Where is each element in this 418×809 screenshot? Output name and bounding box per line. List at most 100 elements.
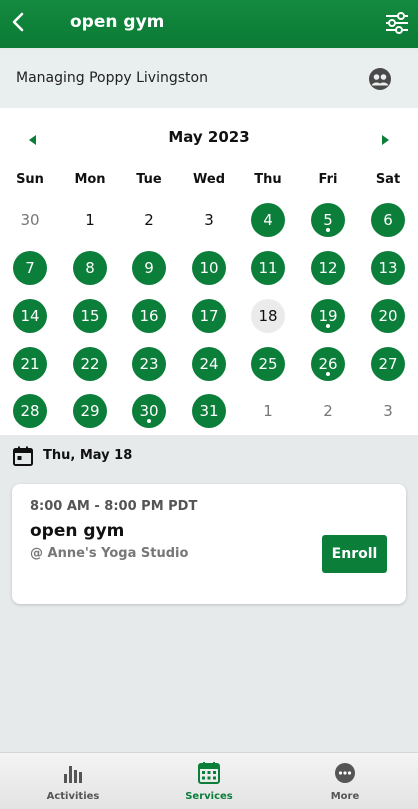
calendar-day[interactable]: 31 (192, 394, 226, 428)
weekday-header: Sat (375, 172, 401, 187)
calendar-day-number: 30 (20, 211, 40, 229)
bottom-nav: Activities Services More (0, 752, 418, 809)
weekday-header: Fri (318, 172, 338, 187)
calendar-day-number: 4 (263, 211, 273, 229)
calendar-day[interactable]: 9 (132, 251, 166, 285)
calendar-day-number: 2 (323, 402, 333, 420)
calendar-day[interactable]: 22 (73, 347, 107, 381)
session-name: open gym (30, 521, 125, 541)
calendar-day-number: 2 (144, 211, 154, 229)
calendar-day-number: 8 (85, 259, 95, 277)
calendar-day[interactable]: 30 (132, 394, 166, 428)
calendar-day[interactable]: 3 (192, 203, 226, 237)
calendar-day-number: 21 (20, 355, 40, 373)
calendar-day-number: 28 (20, 402, 40, 420)
calendar-day-number: 18 (258, 307, 278, 325)
calendar-grid-icon (198, 762, 220, 784)
calendar-day-number: 3 (383, 402, 393, 420)
calendar-day-number: 19 (318, 307, 338, 325)
weekday-header: Sun (16, 172, 44, 187)
calendar-day[interactable]: 18 (251, 299, 285, 333)
calendar-day-number: 31 (199, 402, 219, 420)
calendar-day-number: 12 (318, 259, 338, 277)
calendar-day[interactable]: 29 (73, 394, 107, 428)
calendar-day-number: 7 (25, 259, 35, 277)
calendar-day[interactable]: 24 (192, 347, 226, 381)
calendar-day[interactable]: 1 (73, 203, 107, 237)
selected-date-label: Thu, May 18 (43, 448, 133, 463)
sliders-icon (386, 12, 408, 34)
calendar-day[interactable]: 25 (251, 347, 285, 381)
calendar-day[interactable]: 14 (13, 299, 47, 333)
event-indicator-dot (326, 228, 330, 232)
calendar-day[interactable]: 3 (371, 394, 405, 428)
app-header: open gym (0, 0, 418, 48)
triangle-right-icon (382, 135, 389, 145)
weekday-header: Tue (136, 172, 162, 187)
event-indicator-dot (326, 372, 330, 376)
back-button[interactable] (4, 8, 32, 36)
tab-services-label: Services (185, 791, 233, 802)
event-indicator-dot (326, 324, 330, 328)
managing-bar: Managing Poppy Livingston (0, 50, 418, 109)
calendar-day-number: 15 (80, 307, 100, 325)
calendar-day-number: 9 (144, 259, 154, 277)
calendar-day[interactable]: 1 (251, 394, 285, 428)
calendar-day[interactable]: 13 (371, 251, 405, 285)
calendar-day[interactable]: 12 (311, 251, 345, 285)
calendar-day-number: 29 (80, 402, 100, 420)
weekday-header: Mon (74, 172, 106, 187)
chevron-left-icon (12, 12, 24, 32)
calendar-day-number: 11 (258, 259, 278, 277)
calendar-day[interactable]: 7 (13, 251, 47, 285)
calendar-day-number: 10 (199, 259, 219, 277)
calendar-day-number: 5 (323, 211, 333, 229)
event-indicator-dot (147, 419, 151, 423)
calendar-day[interactable]: 20 (371, 299, 405, 333)
calendar-day-number: 14 (20, 307, 40, 325)
calendar-day-number: 25 (258, 355, 278, 373)
calendar-day[interactable]: 11 (251, 251, 285, 285)
calendar-day[interactable]: 10 (192, 251, 226, 285)
more-dots-icon (335, 763, 355, 783)
calendar-day[interactable]: 2 (132, 203, 166, 237)
calendar-day[interactable]: 15 (73, 299, 107, 333)
calendar-day-number: 3 (204, 211, 214, 229)
calendar-day[interactable]: 6 (371, 203, 405, 237)
filter-button[interactable] (384, 10, 410, 36)
calendar-day[interactable]: 2 (311, 394, 345, 428)
tab-more[interactable]: More (290, 753, 400, 809)
switch-person-button[interactable] (368, 67, 392, 91)
managing-label: Managing Poppy Livingston (16, 70, 208, 86)
calendar-day-number: 24 (199, 355, 219, 373)
calendar-day[interactable]: 16 (132, 299, 166, 333)
session-card: 8:00 AM - 8:00 PM PDT open gym @ Anne's … (12, 484, 406, 604)
next-month-button[interactable] (377, 132, 393, 148)
calendar-day[interactable]: 4 (251, 203, 285, 237)
tab-services[interactable]: Services (154, 753, 264, 809)
weekday-header: Wed (193, 172, 225, 187)
tab-activities[interactable]: Activities (18, 753, 128, 809)
calendar-day[interactable]: 8 (73, 251, 107, 285)
calendar-day[interactable]: 21 (13, 347, 47, 381)
month-calendar: May 2023 Sun Mon Tue Wed Thu Fri Sat 30 1 2 3 4 5 6 7 8… (0, 108, 418, 435)
selected-date-bar: Thu, May 18 (0, 436, 418, 476)
calendar-day-number: 26 (318, 355, 338, 373)
enroll-button[interactable]: Enroll (322, 535, 387, 573)
calendar-day-number: 30 (139, 402, 159, 420)
calendar-day[interactable]: 27 (371, 347, 405, 381)
calendar-day[interactable]: 19 (311, 299, 345, 333)
weekday-header: Thu (254, 172, 282, 187)
calendar-day-number: 6 (383, 211, 393, 229)
calendar-day[interactable]: 28 (13, 394, 47, 428)
calendar-day[interactable]: 23 (132, 347, 166, 381)
bar-chart-icon (64, 766, 82, 783)
calendar-day[interactable]: 30 (13, 203, 47, 237)
calendar-day[interactable]: 26 (311, 347, 345, 381)
calendar-day[interactable]: 17 (192, 299, 226, 333)
calendar-day-number: 22 (80, 355, 100, 373)
calendar-day-number: 1 (263, 402, 273, 420)
month-label: May 2023 (168, 128, 250, 146)
calendar-day-number: 20 (378, 307, 398, 325)
calendar-day[interactable]: 5 (311, 203, 345, 237)
